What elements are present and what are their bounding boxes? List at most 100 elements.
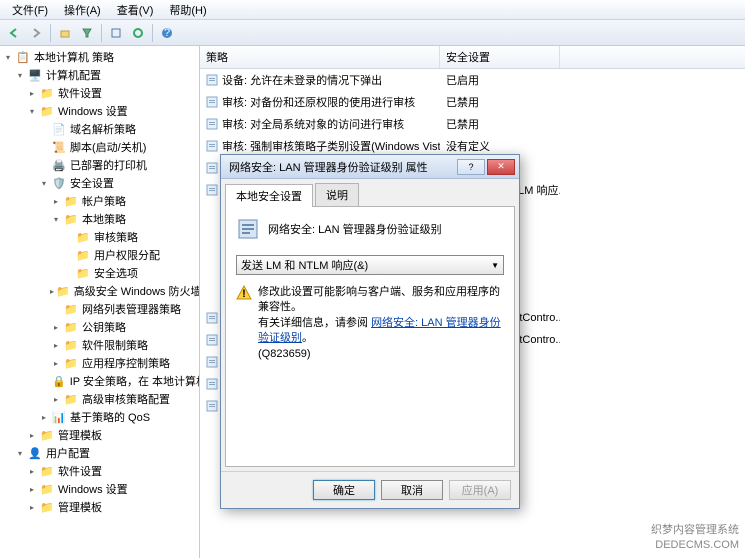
tree-scripts[interactable]: 📜脚本(启动/关机) [38, 138, 197, 156]
policy-item-icon [206, 140, 218, 152]
tree-account-policies[interactable]: ▸📁帐户策略 [50, 192, 197, 210]
policy-item-icon [206, 74, 218, 86]
help-button[interactable]: ? [157, 23, 177, 43]
tree-admin-templates-c[interactable]: ▸📁管理模板 [26, 426, 197, 444]
menu-help[interactable]: 帮助(H) [161, 0, 214, 20]
list-cell-setting: 已启用 [440, 70, 560, 90]
svg-text:?: ? [164, 27, 170, 39]
export-button[interactable] [106, 23, 126, 43]
tab-content: 网络安全: LAN 管理器身份验证级别 发送 LM 和 NTLM 响应(&) ▼… [225, 207, 515, 467]
list-cell-name: 审核: 对备份和还原权限的使用进行审核 [200, 92, 440, 112]
col-name[interactable]: 策略 [200, 46, 440, 68]
menu-file[interactable]: 文件(F) [4, 0, 56, 20]
refresh-button[interactable] [128, 23, 148, 43]
tree-audit-policy[interactable]: 📁审核策略 [62, 228, 197, 246]
combo-value: 发送 LM 和 NTLM 响应(&) [241, 257, 491, 273]
tree-name-resolution[interactable]: 📄域名解析策略 [38, 120, 197, 138]
tree-windows-settings-u[interactable]: ▸📁Windows 设置 [26, 480, 197, 498]
folder-icon: 📁 [64, 356, 78, 370]
folder-icon: 📁 [40, 464, 54, 478]
tree-user-config[interactable]: ▾👤用户配置 [14, 444, 197, 462]
tree-software-settings[interactable]: ▸📁软件设置 [26, 84, 197, 102]
folder-icon: 📁 [64, 320, 78, 334]
cancel-button[interactable]: 取消 [381, 480, 443, 500]
watermark: 织梦内容管理系统 DEDECMS.COM [651, 523, 739, 552]
tree-app-control[interactable]: ▸📁应用程序控制策略 [50, 354, 197, 372]
policy-item-icon [206, 162, 218, 174]
policy-item-icon [206, 184, 218, 196]
tree-security-options[interactable]: 📁安全选项 [62, 264, 197, 282]
forward-button[interactable] [26, 23, 46, 43]
menu-view[interactable]: 查看(V) [109, 0, 162, 20]
col-setting[interactable]: 安全设置 [440, 46, 560, 68]
policy-item-icon [206, 400, 218, 412]
list-cell-name: 设备: 允许在未登录的情况下弹出 [200, 70, 440, 90]
tree-root[interactable]: ▾📋本地计算机 策略 [2, 48, 197, 66]
filter-button[interactable] [77, 23, 97, 43]
chevron-down-icon: ▼ [491, 261, 499, 270]
policy-item-icon [206, 356, 218, 368]
folder-icon: 📁 [64, 302, 78, 316]
tree-network-list[interactable]: 📁网络列表管理器策略 [50, 300, 197, 318]
script-icon: 📜 [52, 140, 66, 154]
svg-text:!: ! [242, 288, 246, 300]
list-row[interactable]: 审核: 对备份和还原权限的使用进行审核已禁用 [200, 91, 745, 113]
list-cell-name: 审核: 强制审核策略子类别设置(Windows Vista 或更新版本... [200, 136, 440, 156]
close-button[interactable]: ✕ [487, 159, 515, 175]
tree-windows-settings[interactable]: ▾📁Windows 设置 [26, 102, 197, 120]
list-row[interactable]: 设备: 允许在未登录的情况下弹出已启用 [200, 69, 745, 91]
help-button[interactable]: ? [457, 159, 485, 175]
tree-windows-firewall[interactable]: ▸📁高级安全 Windows 防火墙 [50, 282, 197, 300]
policy-item-icon [206, 118, 218, 130]
policy-item-icon [206, 96, 218, 108]
list-cell-setting: 没有定义 [440, 136, 560, 156]
policy-item-icon [206, 378, 218, 390]
warning-text: 修改此设置可能影响与客户端、服务和应用程序的兼容性。 [258, 286, 500, 313]
tree-security-settings[interactable]: ▾🛡️安全设置 [38, 174, 197, 192]
tree-admin-templates-u[interactable]: ▸📁管理模板 [26, 498, 197, 516]
tab-strip: 本地安全设置 说明 [225, 183, 515, 207]
tab-explain[interactable]: 说明 [315, 183, 359, 206]
tree-user-rights[interactable]: 📁用户权限分配 [62, 246, 197, 264]
properties-dialog: 网络安全: LAN 管理器身份验证级别 属性 ? ✕ 本地安全设置 说明 网络安… [220, 154, 520, 509]
tree-local-policies[interactable]: ▾📁本地策略 [50, 210, 197, 228]
separator [152, 24, 153, 42]
policy-icon [236, 217, 260, 241]
tab-local-security[interactable]: 本地安全设置 [225, 184, 313, 207]
apply-button[interactable]: 应用(A) [449, 480, 511, 500]
tree-policy-qos[interactable]: ▸📊基于策略的 QoS [38, 408, 197, 426]
tree-ip-security[interactable]: 🔒IP 安全策略，在 本地计算机 [50, 372, 197, 390]
dialog-titlebar[interactable]: 网络安全: LAN 管理器身份验证级别 属性 ? ✕ [221, 155, 519, 179]
back-button[interactable] [4, 23, 24, 43]
tree-public-key[interactable]: ▸📁公钥策略 [50, 318, 197, 336]
tree-panel: ▾📋本地计算机 策略 ▾🖥️计算机配置 ▸📁软件设置 ▾📁Windows 设置 … [0, 46, 200, 558]
tree-printers[interactable]: 🖨️已部署的打印机 [38, 156, 197, 174]
up-button[interactable] [55, 23, 75, 43]
tree-software-settings-u[interactable]: ▸📁软件设置 [26, 462, 197, 480]
warning-icon: ! [236, 285, 252, 301]
menu-action[interactable]: 操作(A) [56, 0, 109, 20]
list-row[interactable]: 审核: 对全局系统对象的访问进行审核已禁用 [200, 113, 745, 135]
separator [101, 24, 102, 42]
ok-button[interactable]: 确定 [313, 480, 375, 500]
folder-icon: 📁 [40, 482, 54, 496]
lock-icon: 🔒 [52, 374, 66, 388]
tree-software-restrict[interactable]: ▸📁软件限制策略 [50, 336, 197, 354]
folder-icon: 📁 [76, 248, 90, 262]
auth-level-combo[interactable]: 发送 LM 和 NTLM 响应(&) ▼ [236, 255, 504, 275]
user-icon: 👤 [28, 446, 42, 460]
dialog-footer: 确定 取消 应用(A) [221, 471, 519, 508]
folder-icon: 📁 [64, 392, 78, 406]
list-header: 策略 安全设置 [200, 46, 745, 69]
tree-computer-config[interactable]: ▾🖥️计算机配置 [14, 66, 197, 84]
policy-item-icon [206, 334, 218, 346]
folder-icon: 📁 [40, 104, 54, 118]
policy-icon: 📋 [16, 50, 30, 64]
list-cell-name: 审核: 对全局系统对象的访问进行审核 [200, 114, 440, 134]
printer-icon: 🖨️ [52, 158, 66, 172]
policy-item-icon [206, 312, 218, 324]
list-cell-setting: 已禁用 [440, 114, 560, 134]
tree-advanced-audit[interactable]: ▸📁高级审核策略配置 [50, 390, 197, 408]
list-cell-setting: 已禁用 [440, 92, 560, 112]
dialog-title: 网络安全: LAN 管理器身份验证级别 属性 [225, 159, 455, 175]
